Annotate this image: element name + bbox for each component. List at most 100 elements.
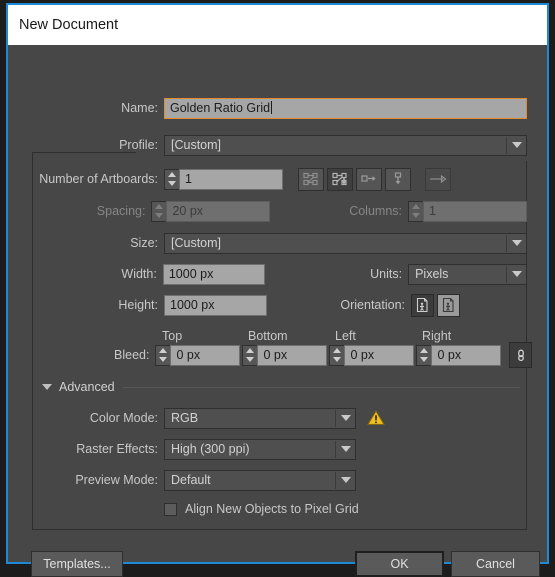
bleed-top-stepper[interactable]: 0 px [155,344,241,366]
orientation-portrait-icon[interactable] [411,293,434,317]
profile-row: Profile: [Custom] [32,134,527,156]
orientation-landscape-icon[interactable] [437,293,460,317]
preview-mode-row: Preview Mode: Default [32,469,527,491]
color-mode-dropdown[interactable]: RGB [164,407,356,429]
profile-label: Profile: [119,138,158,152]
raster-effects-value: High (300 ppi) [171,442,250,456]
spacing-columns-row: Spacing: 20 px Columns: 1 [32,200,527,222]
bleed-left-value: 0 px [350,347,375,362]
bleed-left-header: Left [335,329,356,343]
bleed-row: Bleed: 0 px 0 px 0 px 0 px [32,342,532,368]
color-mode-row: Color Mode: RGB [32,407,527,429]
text-caret [271,100,273,114]
bleed-left-stepper[interactable]: 0 px [329,344,415,366]
align-pixel-grid-label: Align New Objects to Pixel Grid [185,502,359,516]
units-label: Units: [370,267,403,281]
height-orientation-row: Height: 1000 px Orientation: [32,293,527,317]
change-direction-icon[interactable] [425,167,451,191]
chevron-down-icon[interactable] [507,234,526,253]
name-input[interactable]: Golden Ratio Grid [164,97,527,119]
raster-effects-dropdown[interactable]: High (300 ppi) [164,438,356,460]
raster-effects-row: Raster Effects: High (300 ppi) [32,438,527,460]
artboards-input[interactable]: 1 [179,168,283,190]
size-label: Size: [130,236,158,250]
bleed-right-header: Right [422,329,452,343]
spacing-spinner [151,200,167,222]
chevron-down-icon[interactable] [42,384,52,390]
width-input[interactable]: 1000 px [162,263,265,285]
artboards-spinner[interactable] [164,168,179,190]
height-value: 1000 px [170,297,215,312]
profile-value: [Custom] [171,138,222,152]
name-row: Name: Golden Ratio Grid [32,97,527,119]
bleed-left-input[interactable]: 0 px [344,344,415,366]
advanced-section-header[interactable]: Advanced [42,377,520,397]
bleed-label: Bleed: [114,348,150,362]
units-value: Pixels [415,267,449,281]
width-value: 1000 px [168,266,214,281]
arrange-by-column-icon[interactable] [385,167,411,191]
artboard-arrangement-group [298,167,451,191]
advanced-label: Advanced [59,380,115,394]
spacing-stepper: 20 px [151,200,271,222]
dialog-titlebar: New Document [8,5,547,45]
artboards-stepper[interactable]: 1 [164,168,283,190]
spacing-value: 20 px [172,203,204,218]
link-bleed-values-icon[interactable] [509,342,532,368]
columns-spinner [408,200,423,222]
columns-stepper: 1 [408,200,527,222]
orientation-label: Orientation: [340,298,405,312]
bleed-right-value: 0 px [437,347,462,362]
bleed-right-spinner[interactable] [416,344,432,366]
divider-line [122,386,520,388]
units-dropdown[interactable]: Pixels [408,263,527,285]
templates-button[interactable]: Templates... [31,551,123,577]
bleed-right-stepper[interactable]: 0 px [416,344,502,366]
bleed-bottom-stepper[interactable]: 0 px [242,344,328,366]
chevron-down-icon[interactable] [336,440,355,459]
arrange-by-row-icon[interactable] [356,167,382,191]
height-label: Height: [118,298,158,312]
chevron-down-icon[interactable] [336,471,355,490]
bleed-right-input[interactable]: 0 px [431,344,502,366]
artboards-value: 1 [185,171,192,186]
columns-label: Columns: [349,204,402,218]
bleed-bottom-input[interactable]: 0 px [257,344,328,366]
bleed-top-value: 0 px [176,347,201,362]
color-mode-value: RGB [171,411,199,425]
chevron-down-icon[interactable] [336,409,355,428]
chevron-down-icon[interactable] [507,265,526,284]
warning-icon [367,410,385,426]
bleed-top-spinner[interactable] [155,344,171,366]
ok-button[interactable]: OK [355,551,444,577]
profile-dropdown[interactable]: [Custom] [164,134,527,156]
height-input[interactable]: 1000 px [164,294,267,316]
size-row: Size: [Custom] [32,232,527,254]
columns-input: 1 [423,200,527,222]
dialog-title: New Document [19,17,119,33]
align-pixel-grid-checkbox[interactable] [164,502,177,516]
align-pixel-grid-row[interactable]: Align New Objects to Pixel Grid [164,498,504,520]
dialog-body: Name: Golden Ratio Grid Profile: [Custom… [8,45,547,577]
artboards-label: Number of Artboards: [39,172,158,186]
size-value: [Custom] [171,236,222,250]
chevron-down-icon[interactable] [507,136,526,155]
name-input-value: Golden Ratio Grid [170,100,271,115]
grid-by-column-icon[interactable] [327,167,353,191]
orientation-group [411,293,460,317]
bleed-bottom-spinner[interactable] [242,344,258,366]
bleed-top-input[interactable]: 0 px [170,344,241,366]
width-label: Width: [121,267,157,281]
grid-by-row-icon[interactable] [298,167,324,191]
preview-mode-dropdown[interactable]: Default [164,469,356,491]
size-dropdown[interactable]: [Custom] [164,232,527,254]
spacing-label: Spacing: [96,204,146,218]
bleed-bottom-value: 0 px [263,347,288,362]
preview-mode-value: Default [171,473,211,487]
spacing-input: 20 px [166,200,271,222]
columns-value: 1 [429,203,436,218]
bleed-bottom-header: Bottom [248,329,288,343]
preview-mode-label: Preview Mode: [75,473,158,487]
bleed-left-spinner[interactable] [329,344,345,366]
cancel-button[interactable]: Cancel [451,551,540,577]
